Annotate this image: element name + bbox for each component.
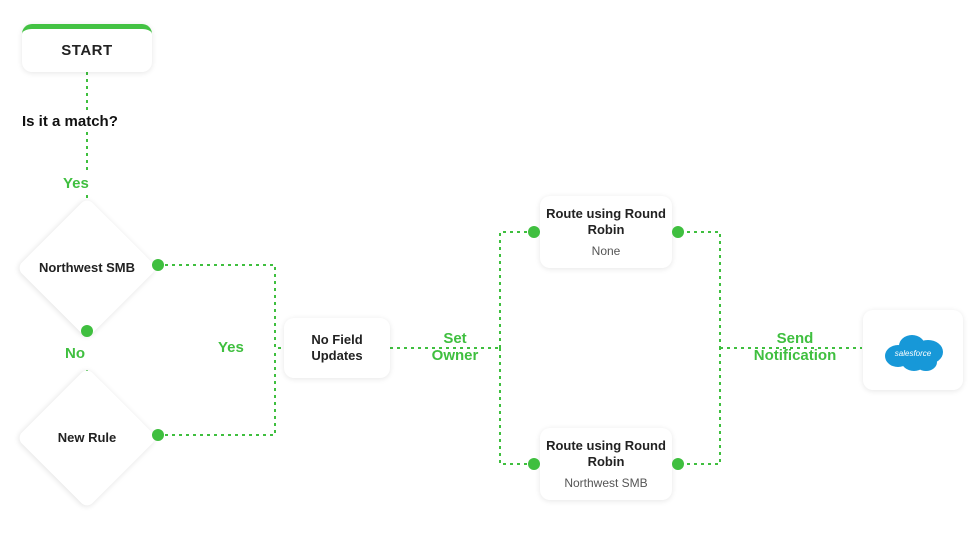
salesforce-cloud-icon: salesforce <box>878 326 948 374</box>
svg-text:salesforce: salesforce <box>895 349 932 358</box>
step-route-top[interactable]: Route using Round Robin None <box>540 196 672 268</box>
step-route-bottom[interactable]: Route using Round Robin Northwest SMB <box>540 428 672 500</box>
decision-new-rule[interactable]: New Rule <box>16 367 157 508</box>
start-node[interactable]: START <box>22 24 152 72</box>
start-label: START <box>61 42 112 59</box>
connector-dot <box>528 226 540 238</box>
decision-northwest-smb-label: Northwest SMB <box>39 260 135 276</box>
edge-set-owner: Set Owner <box>420 330 490 365</box>
step-no-field-updates-label: No Field Updates <box>290 332 384 365</box>
connector-dot <box>672 458 684 470</box>
connector-dot <box>672 226 684 238</box>
step-route-top-subtitle: None <box>592 244 621 258</box>
connector-dot <box>528 458 540 470</box>
decision-northwest-smb[interactable]: Northwest SMB <box>16 197 157 338</box>
edge-send-notification: Send Notification <box>740 330 850 365</box>
edge-yes-top: Yes <box>63 175 89 192</box>
endpoint-salesforce[interactable]: salesforce <box>863 310 963 390</box>
step-route-bottom-title: Route using Round Robin <box>546 438 666 471</box>
edge-yes-right: Yes <box>218 339 244 356</box>
connector-dot <box>81 325 93 337</box>
match-question: Is it a match? <box>22 113 118 130</box>
edge-no: No <box>65 345 85 362</box>
step-route-bottom-subtitle: Northwest SMB <box>564 476 647 490</box>
decision-new-rule-label: New Rule <box>58 430 117 446</box>
step-no-field-updates[interactable]: No Field Updates <box>284 318 390 378</box>
connector-dot <box>152 259 164 271</box>
connector-dot <box>152 429 164 441</box>
step-route-top-title: Route using Round Robin <box>546 206 666 239</box>
